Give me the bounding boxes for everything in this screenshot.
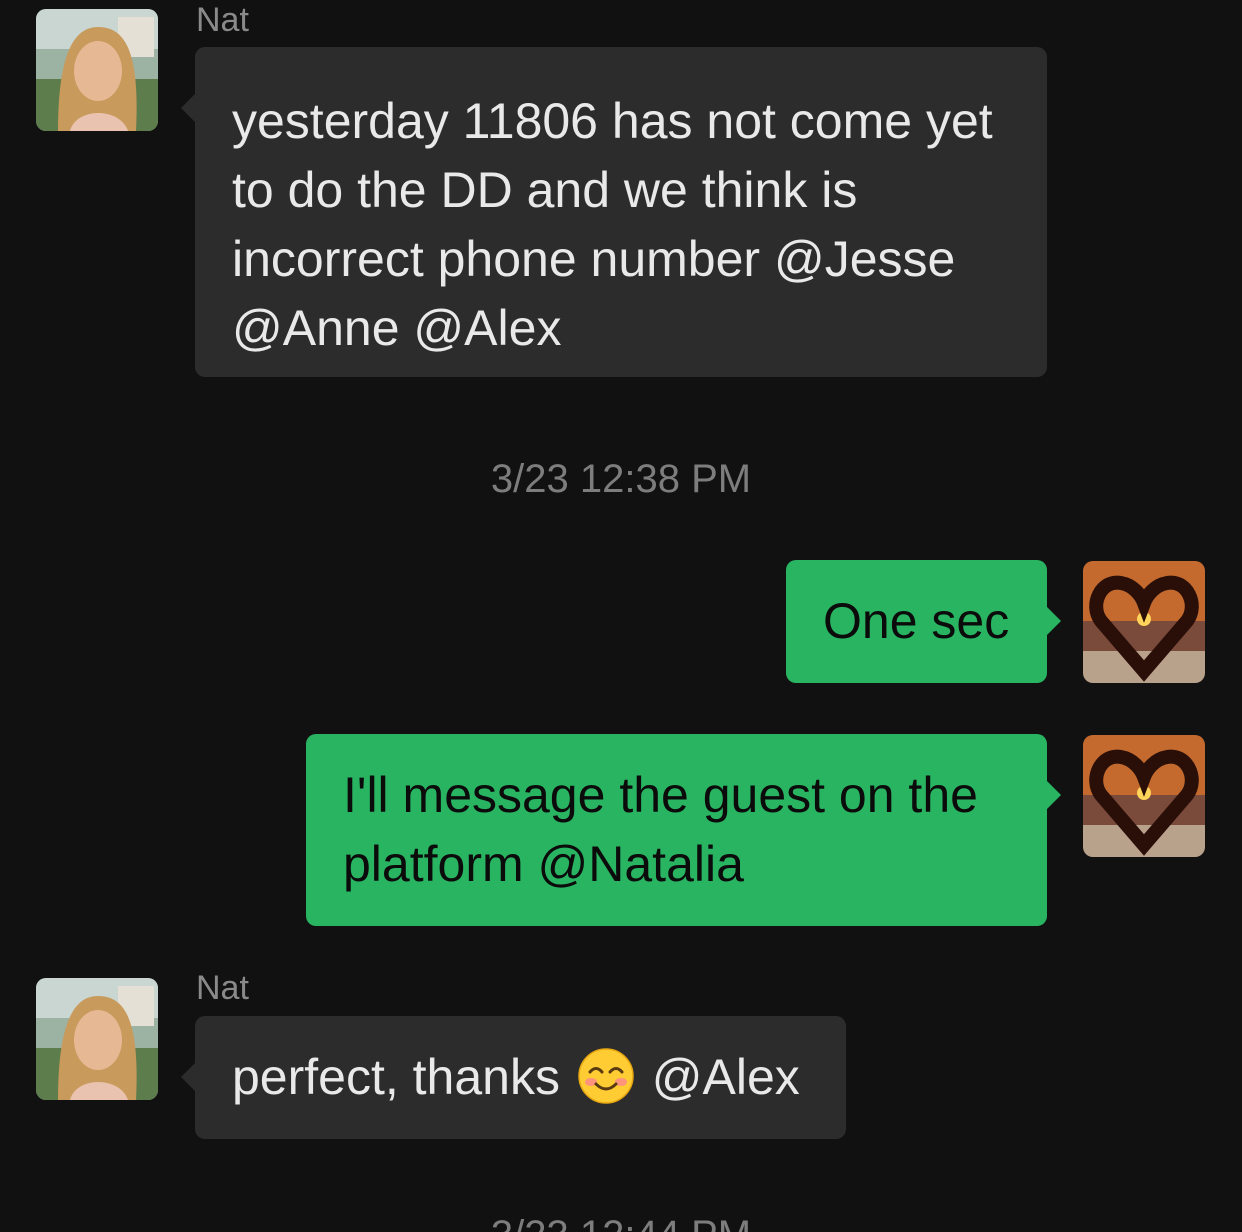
message-text: @Alex xyxy=(637,1049,800,1105)
message-text-line: One sec xyxy=(823,593,1010,649)
portrait-photo-icon xyxy=(36,978,158,1100)
portrait-photo-icon xyxy=(36,9,158,131)
message-text-line: yesterday 11806 has not come yet xyxy=(232,93,993,149)
sender-name: Nat xyxy=(196,969,249,1007)
heart-hands-sunset-icon xyxy=(1083,735,1205,857)
message-text-line: I'll message the guest on the xyxy=(343,767,978,823)
contact-avatar[interactable] xyxy=(36,9,158,131)
contact-avatar[interactable] xyxy=(36,978,158,1100)
message-text-line: platform @Natalia xyxy=(343,836,744,892)
message-text-line: perfect, thanks @Alex xyxy=(232,1043,846,1112)
message-timestamp: 3/23 12:44 PM xyxy=(0,1212,1242,1232)
incoming-message-bubble[interactable]: perfect, thanks @Alex xyxy=(181,1016,846,1139)
outgoing-message-bubble[interactable]: One sec xyxy=(786,560,1061,683)
smiling-face-with-blush-emoji xyxy=(578,1048,634,1104)
message-text-line: to do the DD and we think is xyxy=(232,162,858,218)
my-avatar[interactable] xyxy=(1083,561,1205,683)
message-text-line: @Anne @Alex xyxy=(232,300,562,356)
message-text-line: incorrect phone number @Jesse xyxy=(232,231,956,287)
heart-hands-sunset-icon xyxy=(1083,561,1205,683)
outgoing-message-bubble[interactable]: I'll message the guest on the platform @… xyxy=(306,734,1061,926)
my-avatar[interactable] xyxy=(1083,735,1205,857)
message-timestamp: 3/23 12:38 PM xyxy=(490,457,752,501)
chat-thread[interactable]: Nat yesterday 11806 has not come yet to … xyxy=(0,0,1242,1232)
sender-name: Nat xyxy=(196,1,249,39)
message-text: perfect, thanks xyxy=(232,1049,574,1105)
incoming-message-bubble[interactable]: yesterday 11806 has not come yet to do t… xyxy=(181,47,1047,377)
